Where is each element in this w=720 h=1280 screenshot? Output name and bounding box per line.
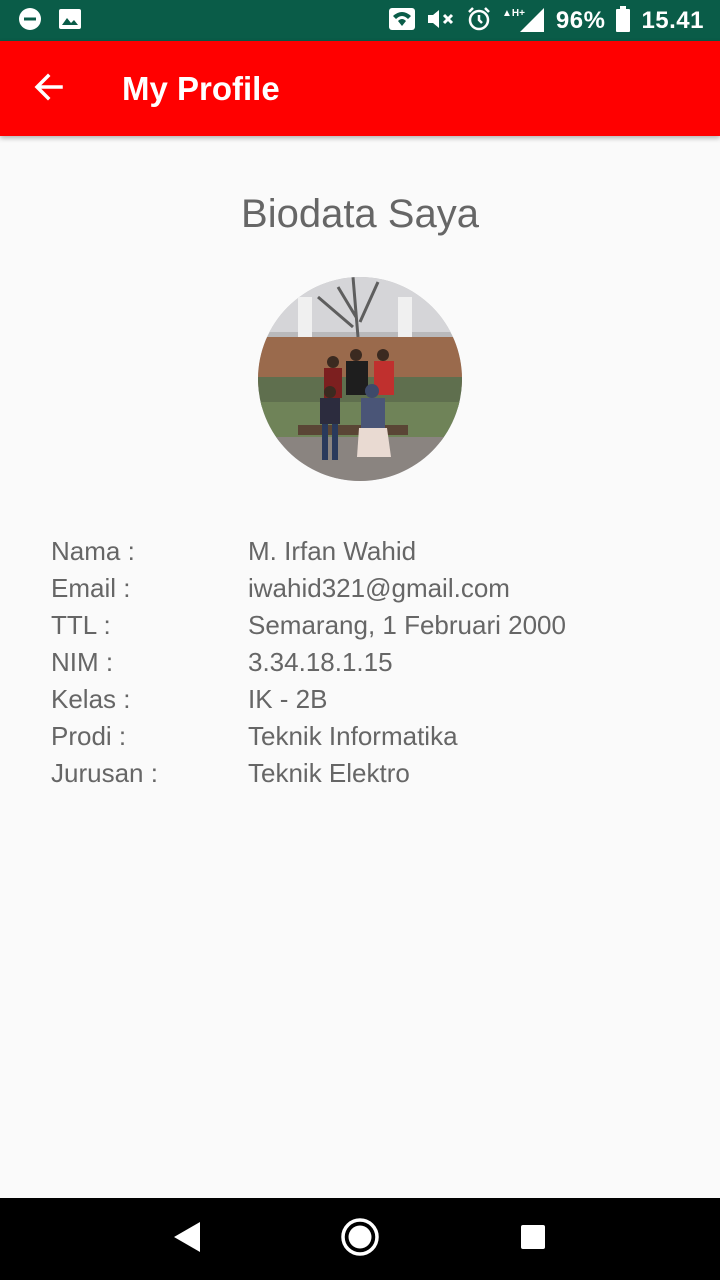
wifi-icon (388, 7, 416, 35)
profile-photo (258, 277, 462, 481)
home-circle-icon (340, 1217, 380, 1261)
back-triangle-icon (172, 1220, 202, 1258)
system-nav-bar (0, 1198, 720, 1280)
recents-square-icon (520, 1224, 546, 1254)
status-bar: ▲H+ 96% 15.41 (0, 0, 720, 41)
profile-heading: Biodata Saya (241, 192, 479, 236)
info-value: M. Irfan Wahid (248, 536, 417, 566)
nav-recents-button[interactable] (503, 1209, 563, 1269)
app-bar: My Profile (0, 41, 720, 136)
do-not-disturb-icon (18, 7, 42, 35)
info-value: iwahid321@gmail.com (248, 573, 510, 603)
biodata-list: Nama : M. Irfan Wahid Email : iwahid321@… (51, 533, 566, 792)
info-value: Teknik Informatika (248, 721, 458, 751)
info-label: TTL : (51, 610, 111, 640)
info-label: Kelas : (51, 684, 131, 714)
info-row-ttl: TTL : Semarang, 1 Februari 2000 (51, 607, 566, 644)
svg-text:▲H+: ▲H+ (502, 8, 525, 19)
info-row-kelas: Kelas : IK - 2B (51, 681, 566, 718)
info-value: 3.34.18.1.15 (248, 647, 393, 677)
arrow-back-icon (33, 72, 63, 106)
info-label: Jurusan : (51, 758, 158, 788)
info-label: NIM : (51, 647, 114, 677)
back-button[interactable] (0, 41, 96, 136)
nav-back-button[interactable] (157, 1209, 217, 1269)
info-value: IK - 2B (248, 684, 328, 714)
info-label: Nama : (51, 536, 135, 566)
info-label: Email : (51, 573, 131, 603)
info-row-jurusan: Jurusan : Teknik Elektro (51, 755, 566, 792)
info-row-nim: NIM : 3.34.18.1.15 (51, 644, 566, 681)
alarm-icon (466, 6, 492, 36)
clock: 15.41 (641, 6, 704, 34)
battery-icon (615, 5, 631, 36)
info-row-nama: Nama : M. Irfan Wahid (51, 533, 566, 570)
info-value: Teknik Elektro (248, 758, 410, 788)
info-row-email: Email : iwahid321@gmail.com (51, 570, 566, 607)
battery-level: 96% (555, 6, 606, 34)
info-value: Semarang, 1 Februari 2000 (248, 610, 566, 640)
info-row-prodi: Prodi : Teknik Informatika (51, 718, 566, 755)
page-title: My Profile (122, 69, 280, 107)
mute-icon (426, 7, 456, 35)
nav-home-button[interactable] (330, 1209, 390, 1269)
info-label: Prodi : (51, 721, 127, 751)
signal-icon: ▲H+ (502, 6, 546, 36)
image-icon (58, 8, 82, 34)
